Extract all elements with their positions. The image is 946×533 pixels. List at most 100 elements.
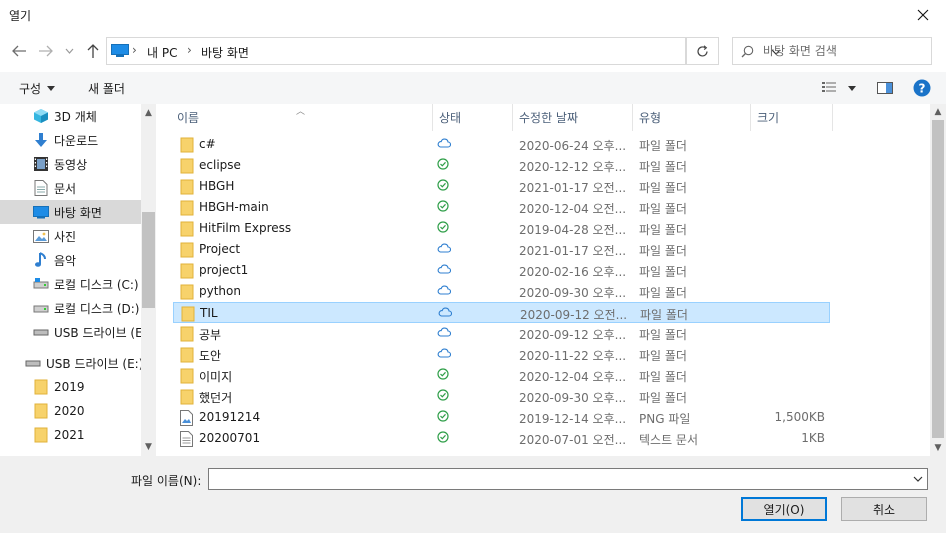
nav-item-usb-drive-root[interactable]: USB 드라이브 (E:) xyxy=(0,351,141,375)
nav-item-local-disk-d[interactable]: 로컬 디스크 (D:) xyxy=(0,296,141,320)
filename-label: 파일 이름(N): xyxy=(131,474,202,488)
check-circle-icon xyxy=(437,200,449,212)
file-modified: 2020-12-04 오전... xyxy=(519,202,627,216)
nav-item-local-disk-c[interactable]: 로컬 디스크 (C:) xyxy=(0,272,141,296)
file-row[interactable]: 20200701 2020-07-01 오전... 텍스트 문서 1KB xyxy=(173,428,830,449)
nav-item-label: 문서 xyxy=(54,181,77,196)
chevron-down-icon xyxy=(65,48,73,54)
file-row[interactable]: eclipse 2020-12-12 오후... 파일 폴더 xyxy=(173,155,830,176)
breadcrumb-desktop[interactable]: 바탕 화면 xyxy=(201,44,249,61)
file-row[interactable]: c# 2020-06-24 오후... 파일 폴더 xyxy=(173,134,830,155)
file-row[interactable]: HitFilm Express 2019-04-28 오전... 파일 폴더 xyxy=(173,218,830,239)
sort-ascending-icon: ︿ xyxy=(296,107,306,117)
file-list: 이름 ︿ 상태 수정한 날짜 유형 크기 c# 2020-06-24 오후... 파… xyxy=(163,104,933,456)
file-row[interactable]: TIL 2020-09-12 오전... 파일 폴더 xyxy=(173,302,830,323)
file-modified: 2020-09-30 오후... xyxy=(519,391,627,405)
file-type: 파일 폴더 xyxy=(639,349,687,363)
file-modified: 2020-02-16 오후... xyxy=(519,265,627,279)
navigation-scrollbar[interactable]: ▲ ▼ xyxy=(141,104,156,456)
nav-item-documents[interactable]: 문서 xyxy=(0,176,141,200)
file-row[interactable]: 이미지 2020-12-04 오후... 파일 폴더 xyxy=(173,365,830,386)
nav-item-folder-2021[interactable]: 2021 xyxy=(0,423,141,447)
nav-item-usb-drive[interactable]: USB 드라이브 (E:) xyxy=(0,320,141,344)
navigation-scrollbar-thumb[interactable] xyxy=(142,212,155,308)
open-button[interactable]: 열기(O) xyxy=(741,497,827,521)
column-header-size[interactable]: 크기 xyxy=(751,104,833,131)
file-row[interactable]: 20191214 2019-12-14 오후... PNG 파일 1,500KB xyxy=(173,407,830,428)
file-row[interactable]: HBGH 2021-01-17 오전... 파일 폴더 xyxy=(173,176,830,197)
file-name: 20191214 xyxy=(199,410,261,424)
recent-locations-button[interactable] xyxy=(62,40,76,62)
view-options-button[interactable] xyxy=(822,78,856,98)
folder-icon xyxy=(180,200,194,216)
nav-item-label: 2021 xyxy=(54,428,85,442)
help-button[interactable]: ? xyxy=(913,78,931,98)
address-box[interactable]: › 내 PC › 바탕 화면 xyxy=(106,37,781,65)
filename-dropdown-button[interactable] xyxy=(911,472,925,486)
file-row[interactable]: python 2020-09-30 오후... 파일 폴더 xyxy=(173,281,830,302)
file-name: 했던거 xyxy=(199,391,233,405)
sync-status xyxy=(437,179,453,195)
column-header-modified[interactable]: 수정한 날짜 xyxy=(513,104,633,131)
folder-icon xyxy=(180,179,194,195)
scroll-up-arrow-icon[interactable]: ▲ xyxy=(930,105,946,119)
file-row[interactable]: Project 2021-01-17 오전... 파일 폴더 xyxy=(173,239,830,260)
file-row[interactable]: 공부 2020-09-12 오후... 파일 폴더 xyxy=(173,323,830,344)
file-list-scrollbar-thumb[interactable] xyxy=(932,120,944,438)
check-circle-icon xyxy=(437,179,449,191)
scroll-down-arrow-icon[interactable]: ▼ xyxy=(930,441,946,455)
close-button[interactable] xyxy=(900,0,946,30)
nav-item-label: USB 드라이브 (E:) xyxy=(46,356,141,371)
nav-item-3d-objects[interactable]: 3D 개체 xyxy=(0,104,141,128)
back-arrow-icon xyxy=(12,45,26,57)
filename-field[interactable] xyxy=(208,468,928,490)
details-view-icon xyxy=(822,82,836,92)
file-row[interactable]: project1 2020-02-16 오후... 파일 폴더 xyxy=(173,260,830,281)
drive-icon xyxy=(33,278,49,289)
up-button[interactable] xyxy=(82,40,104,62)
file-list-scrollbar[interactable]: ▲ ▼ xyxy=(930,104,946,456)
picture-icon xyxy=(33,229,49,243)
file-name: 공부 xyxy=(199,328,222,342)
usb-drive-icon xyxy=(25,360,41,367)
file-size: 1KB xyxy=(801,431,825,445)
search-box[interactable] xyxy=(732,37,932,65)
column-header-status[interactable]: 상태 xyxy=(433,104,513,131)
file-row[interactable]: 도안 2020-11-22 오후... 파일 폴더 xyxy=(173,344,830,365)
filename-input[interactable] xyxy=(213,471,903,487)
search-input[interactable] xyxy=(763,41,923,61)
nav-item-downloads[interactable]: 다운로드 xyxy=(0,128,141,152)
nav-item-desktop[interactable]: 바탕 화면 xyxy=(0,200,141,224)
file-row[interactable]: HBGH-main 2020-12-04 오전... 파일 폴더 xyxy=(173,197,830,218)
file-type: 텍스트 문서 xyxy=(639,433,699,447)
file-name: HitFilm Express xyxy=(199,221,292,235)
file-type: 파일 폴더 xyxy=(639,370,687,384)
forward-button[interactable] xyxy=(35,40,57,62)
nav-item-music[interactable]: 음악 xyxy=(0,248,141,272)
new-folder-button[interactable]: 새 폴더 xyxy=(88,80,125,97)
sync-status xyxy=(437,263,453,279)
file-modified: 2020-09-12 오후... xyxy=(519,328,627,342)
folder-icon xyxy=(180,221,194,237)
sync-status xyxy=(437,347,453,363)
file-row[interactable]: 했던거 2020-09-30 오후... 파일 폴더 xyxy=(173,386,830,407)
organize-button[interactable]: 구성 xyxy=(19,80,56,97)
column-header-label: 이름 xyxy=(177,111,200,125)
column-header-type[interactable]: 유형 xyxy=(633,104,751,131)
back-button[interactable] xyxy=(8,40,30,62)
scroll-up-arrow-icon[interactable]: ▲ xyxy=(141,106,156,120)
sync-status xyxy=(438,306,454,322)
file-modified: 2020-11-22 오후... xyxy=(519,349,627,363)
nav-item-folder-2020[interactable]: 2020 xyxy=(0,399,141,423)
file-type: 파일 폴더 xyxy=(639,223,687,237)
nav-item-pictures[interactable]: 사진 xyxy=(0,224,141,248)
nav-item-videos[interactable]: 동영상 xyxy=(0,152,141,176)
address-row: › 내 PC › 바탕 화면 xyxy=(0,30,946,72)
refresh-button[interactable] xyxy=(686,37,719,65)
preview-pane-button[interactable] xyxy=(877,78,893,98)
cancel-button[interactable]: 취소 xyxy=(841,497,927,521)
nav-item-folder-2019[interactable]: 2019 xyxy=(0,375,141,399)
scroll-down-arrow-icon[interactable]: ▼ xyxy=(141,440,156,454)
breadcrumb-this-pc[interactable]: 내 PC xyxy=(147,44,177,61)
sync-status xyxy=(437,200,453,216)
